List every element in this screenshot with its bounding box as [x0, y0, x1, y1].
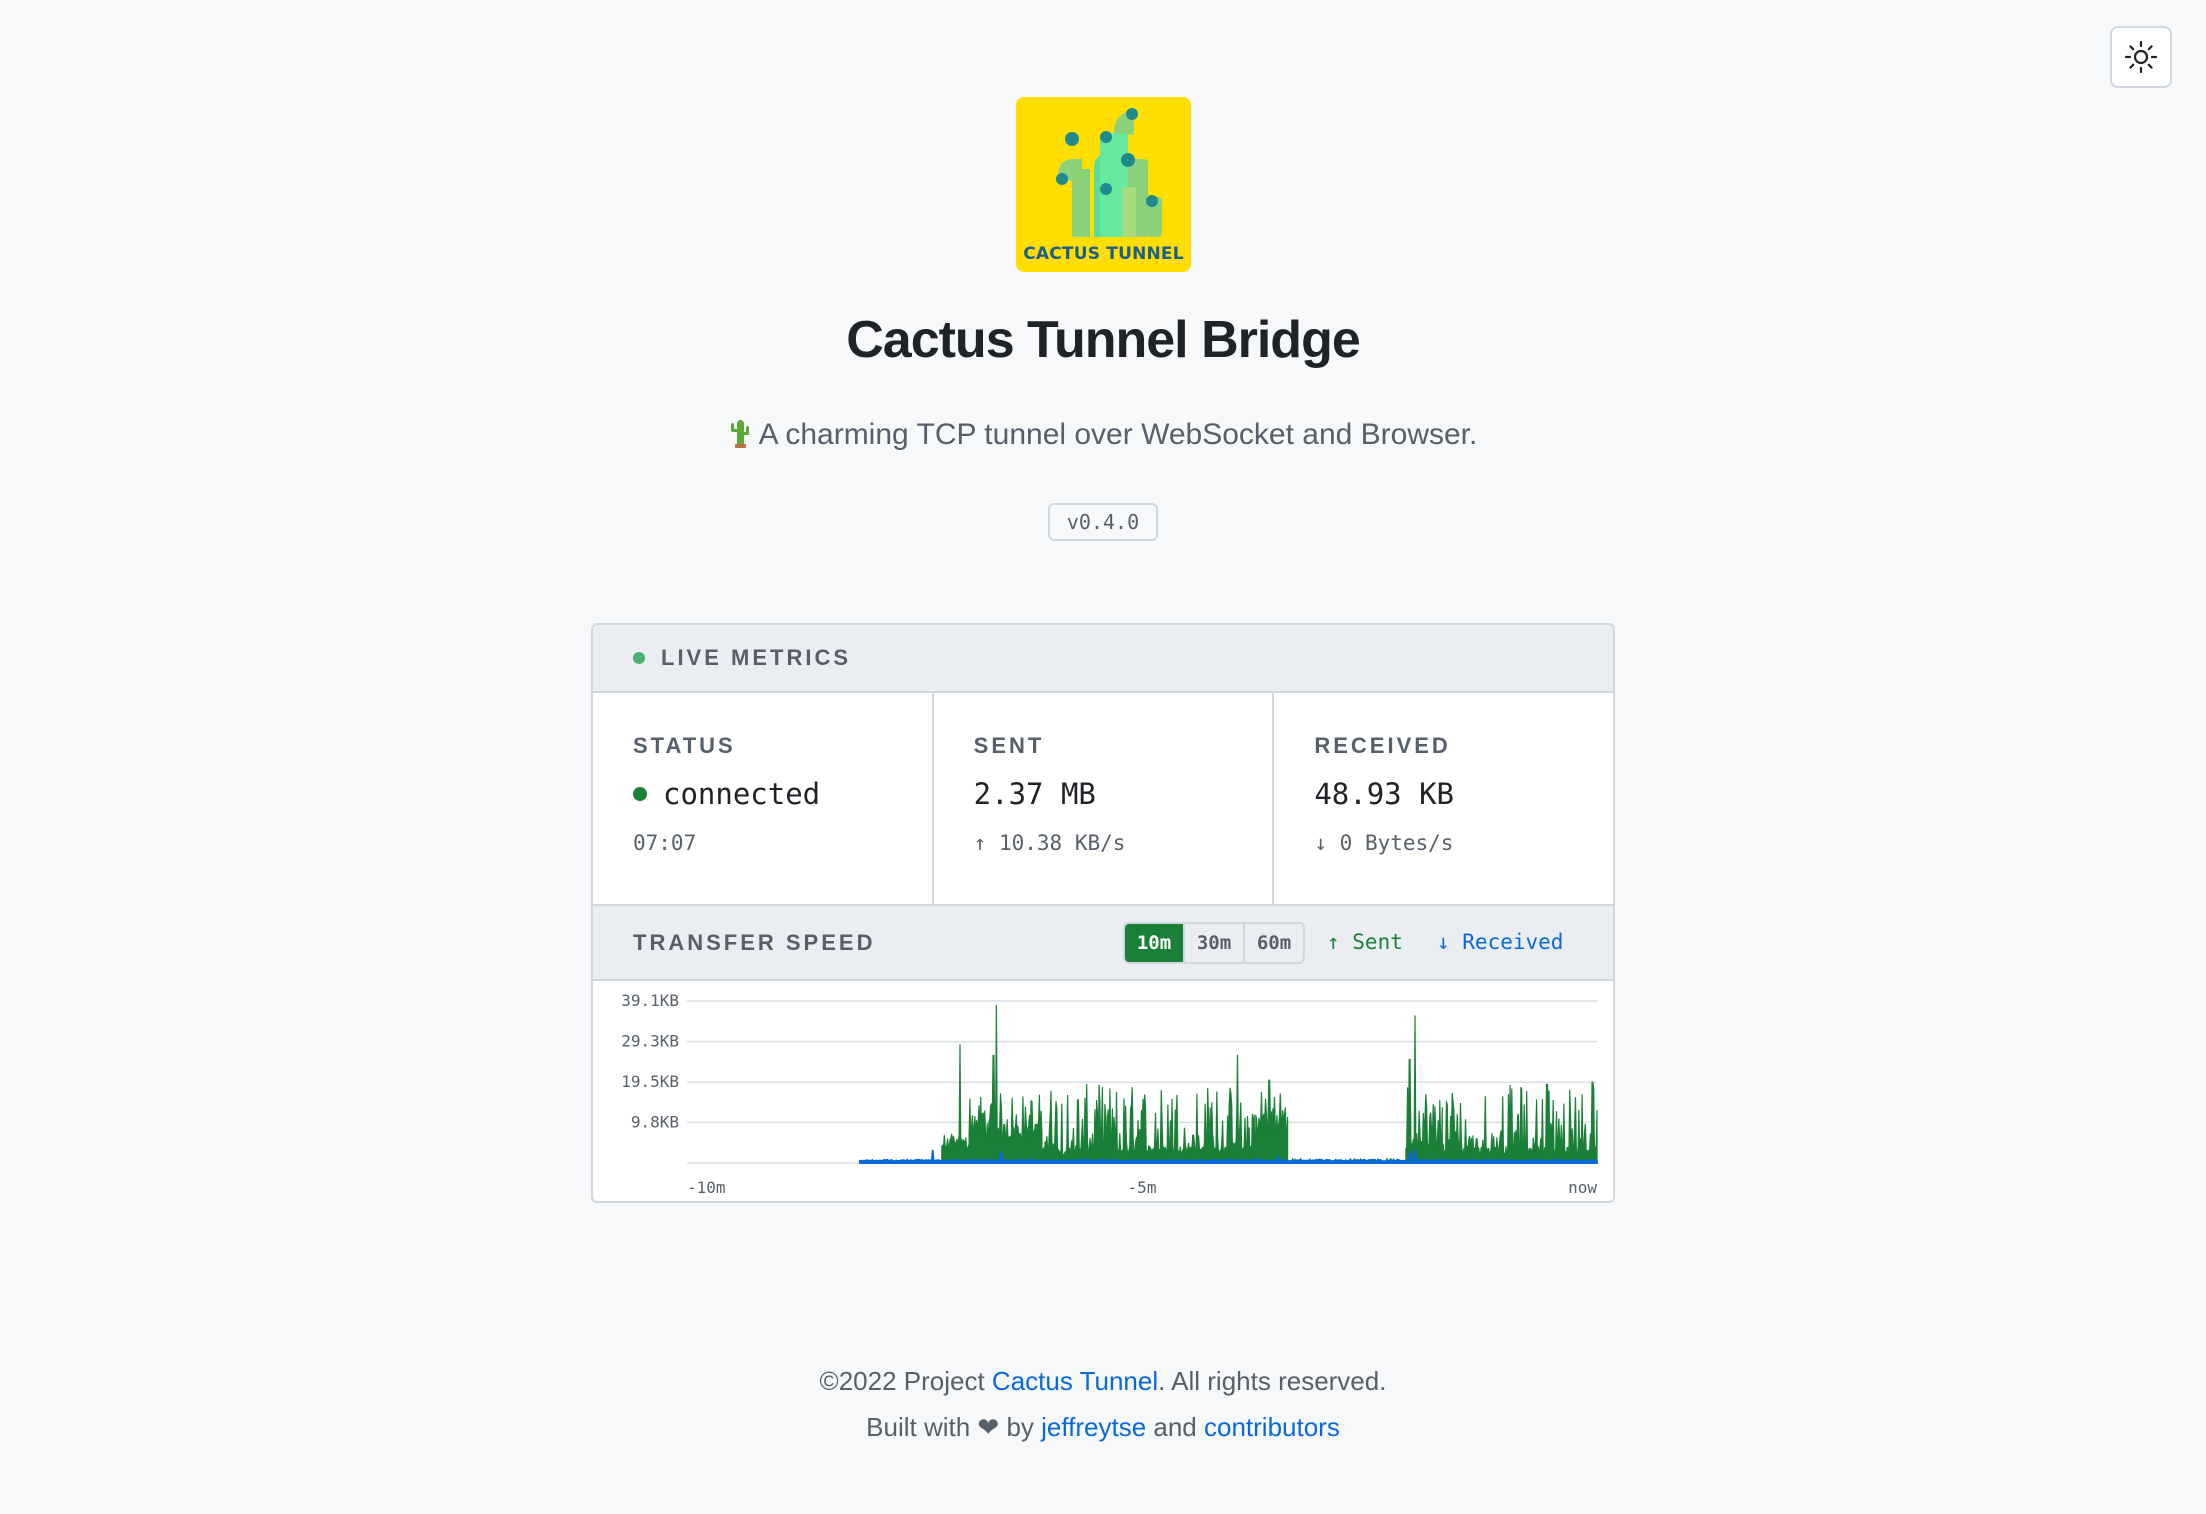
- transfer-speed-chart: 39.1KB 29.3KB 19.5KB 9.8KB -10m -5m now: [621, 991, 1598, 1197]
- connected-dot-icon: [633, 787, 647, 801]
- built-with-text: Built with: [866, 1412, 978, 1442]
- x-tick-label: -10m: [687, 1178, 726, 1197]
- received-metric: RECEIVED 48.93 KB ↓ 0 Bytes/s: [1272, 693, 1613, 904]
- metrics-row: STATUS connected 07:07 SENT 2.37 MB ↑ 10…: [593, 693, 1613, 906]
- version-badge: v0.4.0: [1048, 503, 1158, 541]
- sent-metric: SENT 2.37 MB ↑ 10.38 KB/s: [931, 693, 1273, 904]
- page-subtitle: A charming TCP tunnel over WebSocket and…: [0, 418, 2206, 456]
- y-tick-label: 19.5KB: [621, 1072, 679, 1091]
- cactus-tunnel-logo: CACTUS TUNNEL: [1016, 97, 1191, 272]
- sent-value: 2.37 MB: [973, 777, 1096, 811]
- live-metrics-title: LIVE METRICS: [661, 645, 852, 670]
- contributors-link[interactable]: contributors: [1204, 1412, 1340, 1442]
- subtitle-text: A charming TCP tunnel over WebSocket and…: [758, 418, 1478, 451]
- sun-icon: [2124, 40, 2158, 74]
- range-60m-button[interactable]: 60m: [1243, 924, 1303, 962]
- theme-toggle-button[interactable]: [2110, 26, 2172, 88]
- legend-sent: ↑ Sent: [1327, 930, 1403, 954]
- arrow-down-icon: ↓: [1314, 831, 1327, 855]
- and-text: and: [1146, 1412, 1204, 1442]
- sent-rate: ↑ 10.38 KB/s: [974, 831, 1126, 855]
- x-tick-label: now: [1568, 1178, 1597, 1197]
- by-text: by: [999, 1412, 1042, 1442]
- transfer-speed-title: TRANSFER SPEED: [633, 930, 876, 955]
- legend-received: ↓ Received: [1437, 930, 1564, 954]
- arrow-up-icon: ↑: [973, 831, 987, 855]
- live-indicator-icon: [633, 652, 645, 664]
- sent-label: SENT: [973, 733, 1045, 758]
- received-value: 48.93 KB: [1314, 777, 1455, 811]
- time-range-selector: 10m 30m 60m: [1123, 922, 1305, 964]
- status-metric: STATUS connected 07:07: [593, 693, 932, 904]
- received-rate: ↓ 0 Bytes/s: [1314, 831, 1453, 855]
- connection-duration: 07:07: [633, 831, 697, 855]
- footer-credits: Built with ❤ by jeffreytse and contribut…: [0, 1412, 2206, 1443]
- status-value: connected: [633, 777, 820, 811]
- series-sent-area: [859, 1005, 1598, 1164]
- y-tick-label: 29.3KB: [621, 1032, 679, 1051]
- page-title: Cactus Tunnel Bridge: [846, 311, 1361, 369]
- live-metrics-header: LIVE METRICS: [593, 625, 1613, 693]
- received-rate-text: 0 Bytes/s: [1339, 831, 1454, 855]
- status-text: connected: [663, 777, 821, 811]
- sent-rate-text: 10.38 KB/s: [998, 831, 1126, 855]
- author-link[interactable]: jeffreytse: [1041, 1412, 1146, 1442]
- cactus-emoji-icon: [729, 418, 751, 456]
- y-tick-label: 9.8KB: [631, 1112, 679, 1131]
- y-tick-label: 39.1KB: [621, 991, 679, 1010]
- copyright-prefix: ©2022 Project: [819, 1366, 992, 1396]
- footer-copyright: ©2022 Project Cactus Tunnel. All rights …: [0, 1366, 2206, 1397]
- logo-text: CACTUS TUNNEL: [1023, 244, 1184, 264]
- status-label: STATUS: [633, 733, 736, 758]
- x-tick-label: -5m: [1128, 1178, 1157, 1197]
- project-link[interactable]: Cactus Tunnel: [992, 1366, 1158, 1396]
- copyright-suffix: . All rights reserved.: [1158, 1366, 1387, 1396]
- transfer-speed-header: TRANSFER SPEED 10m 30m 60m ↑ Sent ↓ Rece…: [593, 906, 1613, 981]
- range-10m-button[interactable]: 10m: [1125, 924, 1183, 962]
- heart-icon: ❤: [977, 1412, 1000, 1442]
- received-label: RECEIVED: [1314, 733, 1451, 758]
- live-metrics-card: LIVE METRICS STATUS connected 07:07 SENT…: [591, 623, 1615, 1203]
- range-30m-button[interactable]: 30m: [1183, 924, 1243, 962]
